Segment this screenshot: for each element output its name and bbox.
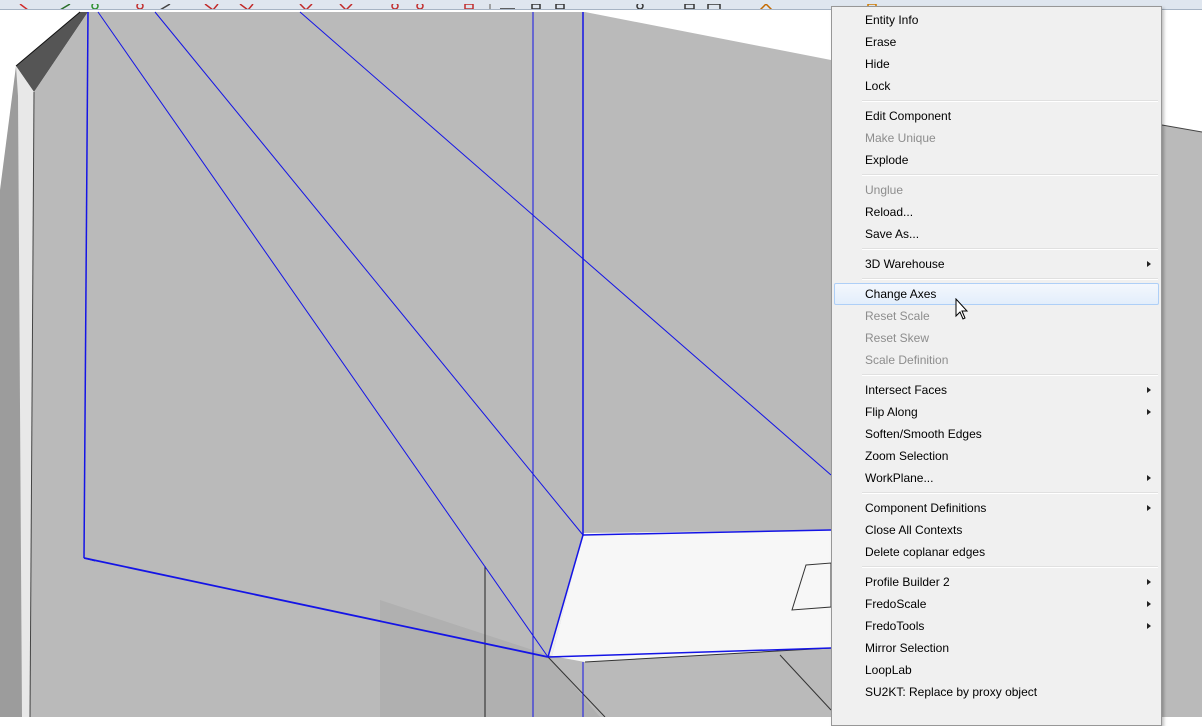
- menu-item-fredotools[interactable]: FredoTools: [834, 615, 1159, 637]
- submenu-arrow-icon: [1147, 475, 1151, 481]
- menu-item-reset-scale: Reset Scale: [834, 305, 1159, 327]
- menu-item-flip-along[interactable]: Flip Along: [834, 401, 1159, 423]
- menu-item-profile-builder-2[interactable]: Profile Builder 2: [834, 571, 1159, 593]
- menu-item-label: Soften/Smooth Edges: [865, 427, 982, 441]
- context-menu: Entity Info Erase Hide Lock Edit Component Ma…: [831, 6, 1162, 726]
- menu-item-label: Edit Component: [865, 109, 952, 123]
- menu-item-delete-coplanar-edges[interactable]: Delete coplanar edges: [834, 541, 1159, 563]
- menu-item-label: Flip Along: [865, 405, 918, 419]
- menu-item-label: Profile Builder 2: [865, 575, 950, 589]
- menu-separator: [862, 278, 1158, 280]
- menu-item-label: Unglue: [865, 183, 904, 197]
- menu-separator: [862, 100, 1158, 102]
- menu-item-label: WorkPlane...: [865, 471, 934, 485]
- submenu-arrow-icon: [1147, 601, 1151, 607]
- menu-item-explode[interactable]: Explode: [834, 149, 1159, 171]
- menu-item-label: SU2KT: Replace by proxy object: [865, 685, 1038, 699]
- menu-separator: [862, 566, 1158, 568]
- menu-item-label: Reset Skew: [865, 331, 930, 345]
- submenu-arrow-icon: [1147, 409, 1151, 415]
- menu-item-entity-info[interactable]: Entity Info: [834, 9, 1159, 31]
- menu-item-label: Explode: [865, 153, 909, 167]
- menu-item-label: Entity Info: [865, 13, 919, 27]
- submenu-arrow-icon: [1147, 623, 1151, 629]
- menu-item-save-as[interactable]: Save As...: [834, 223, 1159, 245]
- menu-item-intersect-faces[interactable]: Intersect Faces: [834, 379, 1159, 401]
- menu-item-su2kt-replace-by-proxy-object[interactable]: SU2KT: Replace by proxy object: [834, 681, 1159, 703]
- menu-item-zoom-selection[interactable]: Zoom Selection: [834, 445, 1159, 467]
- menu-item-label: Intersect Faces: [865, 383, 948, 397]
- menu-item-label: LoopLab: [865, 663, 912, 677]
- menu-item-label: Lock: [865, 79, 891, 93]
- menu-item-label: Delete coplanar edges: [865, 545, 986, 559]
- menu-item-label: Reset Scale: [865, 309, 930, 323]
- menu-item-looplab[interactable]: LoopLab: [834, 659, 1159, 681]
- submenu-arrow-icon: [1147, 579, 1151, 585]
- menu-item-label: Change Axes: [865, 287, 937, 301]
- menu-item-label: Component Definitions: [865, 501, 987, 515]
- menu-item-label: Make Unique: [865, 131, 936, 145]
- menu-item-3d-warehouse[interactable]: 3D Warehouse: [834, 253, 1159, 275]
- menu-item-label: Reload...: [865, 205, 914, 219]
- menu-item-unglue: Unglue: [834, 179, 1159, 201]
- submenu-arrow-icon: [1147, 505, 1151, 511]
- menu-item-scale-definition: Scale Definition: [834, 349, 1159, 371]
- menu-separator: [862, 492, 1158, 494]
- menu-item-label: Scale Definition: [865, 353, 949, 367]
- menu-item-close-all-contexts[interactable]: Close All Contexts: [834, 519, 1159, 541]
- menu-item-mirror-selection[interactable]: Mirror Selection: [834, 637, 1159, 659]
- menu-item-label: Close All Contexts: [865, 523, 963, 537]
- menu-item-lock[interactable]: Lock: [834, 75, 1159, 97]
- menu-item-label: Hide: [865, 57, 890, 71]
- menu-item-edit-component[interactable]: Edit Component: [834, 105, 1159, 127]
- menu-item-hide[interactable]: Hide: [834, 53, 1159, 75]
- shelf-face[interactable]: [552, 530, 831, 662]
- menu-item-label: FredoScale: [865, 597, 927, 611]
- menu-item-reload[interactable]: Reload...: [834, 201, 1159, 223]
- submenu-arrow-icon: [1147, 387, 1151, 393]
- menu-item-change-axes[interactable]: Change Axes: [834, 283, 1159, 305]
- mouse-pointer-icon: [955, 298, 969, 320]
- menu-separator: [862, 174, 1158, 176]
- submenu-arrow-icon: [1147, 261, 1151, 267]
- menu-item-workplane[interactable]: WorkPlane...: [834, 467, 1159, 489]
- menu-item-soften-smooth-edges[interactable]: Soften/Smooth Edges: [834, 423, 1159, 445]
- menu-separator: [862, 248, 1158, 250]
- menu-item-label: Mirror Selection: [865, 641, 950, 655]
- menu-item-label: Erase: [865, 35, 897, 49]
- menu-item-reset-skew: Reset Skew: [834, 327, 1159, 349]
- menu-item-make-unique: Make Unique: [834, 127, 1159, 149]
- menu-item-label: Save As...: [865, 227, 920, 241]
- menu-separator: [862, 374, 1158, 376]
- background-wall-right: [1162, 125, 1202, 717]
- menu-item-component-definitions[interactable]: Component Definitions: [834, 497, 1159, 519]
- menu-item-label: Zoom Selection: [865, 449, 949, 463]
- menu-item-label: FredoTools: [865, 619, 925, 633]
- menu-item-erase[interactable]: Erase: [834, 31, 1159, 53]
- menu-item-label: 3D Warehouse: [865, 257, 945, 271]
- menu-item-fredoscale[interactable]: FredoScale: [834, 593, 1159, 615]
